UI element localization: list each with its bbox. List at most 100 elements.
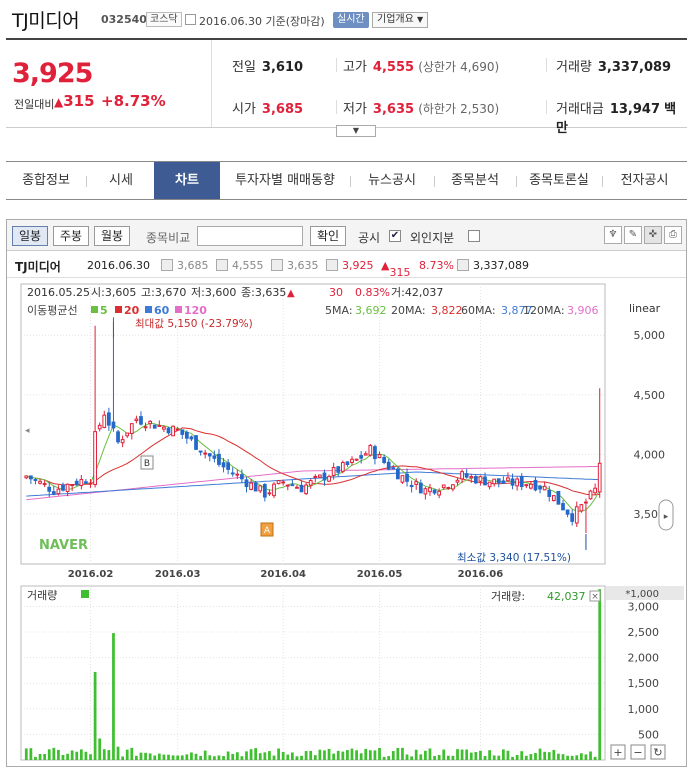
candle [345,461,350,466]
volume-bar [497,755,501,760]
volume-bar [29,748,33,760]
candle [143,426,148,429]
volume-bar [102,749,106,760]
candle [226,462,231,470]
candle [322,472,327,481]
candle [418,482,423,494]
candle [24,475,29,479]
candle [597,462,602,493]
print-icon[interactable]: ⎙ [664,226,682,244]
tab-overview[interactable]: 종합정보 [6,162,86,199]
volume-bar [373,750,377,760]
crosshair-icon[interactable]: ✜ [644,226,662,244]
volume-bar [176,755,180,760]
candle [538,485,542,490]
calendar-icon [185,14,196,25]
volume-bar [107,750,111,760]
candle [217,453,221,465]
candle [51,491,56,495]
volume-bar [194,753,198,760]
tab-analysis[interactable]: 종목분석 [434,162,516,199]
candle [240,474,244,480]
change-value: ▲315 [54,92,95,110]
company-info-dropdown[interactable]: 기업개요 ▼ [372,12,429,28]
candle [354,458,359,461]
candle [584,501,588,504]
tab-forum[interactable]: 종목토론실 [516,162,602,199]
candle [391,467,396,470]
stock-header: TJ미디어 032540 코스닥 2016.06.30 기준(장마감) 실시간 … [0,0,693,36]
candle [152,424,157,429]
change-percent: +8.73% [101,92,166,110]
candle [501,480,506,484]
candle [542,485,547,491]
candle [574,506,579,524]
candle [157,424,162,427]
candle [395,468,400,480]
low-price: 저가 3,635 (하한가 2,530) [343,102,500,117]
candle [331,466,336,476]
candle [116,431,120,443]
volume-bar [93,671,97,760]
tab-news[interactable]: 뉴스공시 [350,162,434,199]
candle [290,484,295,487]
summary-open: 3,685 [177,259,209,272]
tab-investor-trading[interactable]: 투자자별 매매동향 [220,162,350,199]
candle [469,476,474,479]
info-open: 시:3,605 [91,286,136,299]
weekly-button[interactable]: 주봉 [53,226,89,246]
candle [377,454,382,459]
volume-bar [180,755,184,760]
zoom-in-button-glyph: + [613,746,622,759]
candle [74,480,79,486]
daily-button[interactable]: 일봉 [12,226,48,246]
volume-bar [501,749,505,760]
volume-bar [350,748,354,760]
scroll-left-icon: ◂ [25,426,30,436]
disclosure-checkbox[interactable]: ✔ [389,230,401,242]
volume-bar [424,750,427,760]
compare-label: 종목비교 [146,231,191,245]
volume-bar [437,754,441,760]
volume-bar [34,756,37,760]
compare-input[interactable] [197,226,303,246]
divider [546,58,547,72]
volume-bar [479,750,482,760]
candle [451,484,455,490]
candle [414,481,419,485]
volume-bar [263,752,267,760]
volume-bar [405,754,409,760]
tab-disclosure[interactable]: 전자공시 [602,162,687,199]
candle [230,472,235,475]
divider [336,58,337,72]
candle [593,487,597,494]
volume-bar [217,755,221,760]
confirm-button[interactable]: 확인 [310,226,346,246]
pen-icon[interactable]: ✎ [624,226,642,244]
volume-bar [529,754,533,760]
foreign-checkbox[interactable] [468,230,480,242]
volume-bar [414,749,418,760]
info-date: 2016.05.25 [27,286,90,299]
summary-change: ▲ 315 [381,259,411,279]
indicator-icon[interactable]: ♆ [604,226,622,244]
candle [88,482,93,485]
volume-bar [79,749,83,760]
volume-bar [245,751,248,760]
tab-chart[interactable]: 차트 [154,162,220,199]
volume-bar [391,751,395,760]
realtime-button[interactable]: 실시간 [333,12,369,28]
volume-bar [38,754,42,760]
info-volume: 거:42,037 [391,286,443,299]
tab-quotes[interactable]: 시세 [86,162,156,199]
volume-bar [295,756,299,760]
candle [313,475,318,478]
volume-bar [460,749,464,760]
price-volume-chart[interactable]: 3,5004,0004,5005,0002016.02 2016.03 2016.0… [7,282,686,766]
expand-quote-button[interactable]: ▼ [336,125,376,137]
ma-value: 3,692 [355,304,387,317]
monthly-button[interactable]: 월봉 [94,226,130,246]
candle [464,473,469,478]
volume-bar [584,754,588,760]
candle [203,452,208,455]
